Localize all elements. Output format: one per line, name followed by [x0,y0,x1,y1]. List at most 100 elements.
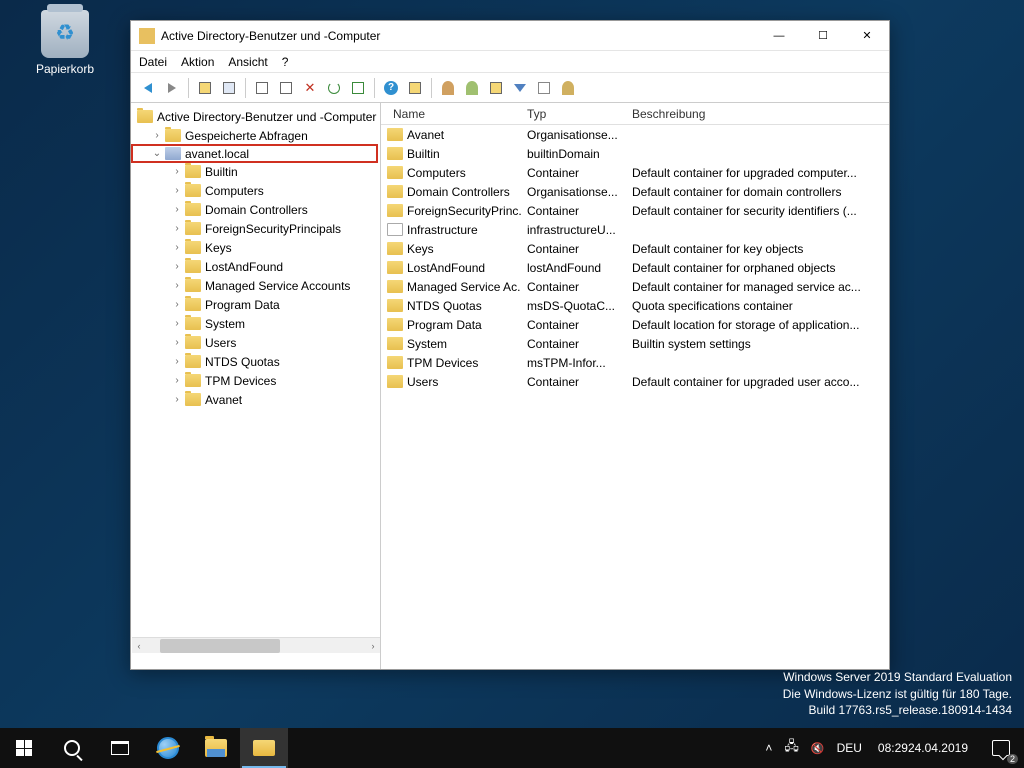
forward-arrow-icon [168,83,176,93]
find-objects-button[interactable] [533,77,555,99]
add-criteria-button[interactable] [557,77,579,99]
col-desc[interactable]: Beschreibung [626,107,889,121]
tray-network-button[interactable]: 🖧 [778,728,805,768]
find-button[interactable] [404,77,426,99]
aduc-taskbar-button[interactable] [240,728,288,768]
expand-icon[interactable]: › [171,261,183,273]
col-type[interactable]: Typ [521,107,626,121]
folder-icon [185,203,201,216]
list-row[interactable]: AvanetOrganisationse... [381,125,889,144]
tree-item-system[interactable]: › System [131,314,380,333]
tree-item-foreignsecurityprincipals[interactable]: ›ForeignSecurityPrincipals [131,219,380,238]
tree-saved-queries[interactable]: › Gespeicherte Abfragen [131,126,380,145]
tree-pane[interactable]: Active Directory-Benutzer und -Computer … [131,103,381,669]
list-row[interactable]: Managed Service Ac...ContainerDefault co… [381,277,889,296]
desktop-recycle-bin[interactable]: Papierkorb [30,10,100,76]
menu-ansicht[interactable]: Ansicht [228,55,267,69]
delete-button[interactable]: ✕ [299,77,321,99]
search-button[interactable] [48,728,96,768]
expand-icon[interactable]: › [171,318,183,330]
list-row[interactable]: KeysContainerDefault container for key o… [381,239,889,258]
expand-icon[interactable]: › [171,185,183,197]
refresh-button[interactable] [323,77,345,99]
list-row[interactable]: Domain ControllersOrganisationse...Defau… [381,182,889,201]
tree-item-label: System [205,317,245,331]
list-row[interactable]: ComputersContainerDefault container for … [381,163,889,182]
list-row[interactable]: BuiltinbuiltinDomain [381,144,889,163]
tree-root[interactable]: Active Directory-Benutzer und -Computer [131,107,380,126]
tree-domain-node[interactable]: ⌄ avanet.local [131,144,378,163]
tree-item-keys[interactable]: ›Keys [131,238,380,257]
expand-icon[interactable]: › [171,356,183,368]
tree-item-tpm-devices[interactable]: › TPM Devices [131,371,380,390]
list-row[interactable]: TPM DevicesmsTPM-Infor... [381,353,889,372]
tree-item-avanet[interactable]: ›Avanet [131,390,380,409]
forward-button[interactable] [161,77,183,99]
expand-icon[interactable]: › [171,242,183,254]
list-row[interactable]: SystemContainerBuiltin system settings [381,334,889,353]
tree-item-computers[interactable]: ›Computers [131,181,380,200]
new-ou-button[interactable] [485,77,507,99]
ie-taskbar-button[interactable] [144,728,192,768]
notifications-button[interactable]: 2 [978,728,1024,768]
tray-expand-button[interactable]: ˄ [759,728,778,768]
menu-aktion[interactable]: Aktion [181,55,214,69]
col-name[interactable]: Name [381,107,521,121]
scroll-left-icon[interactable]: ‹ [132,641,146,651]
tree-item-users[interactable]: ›Users [131,333,380,352]
close-button[interactable]: ✕ [845,21,889,51]
tray-clock[interactable]: 08:29 24.04.2019 [868,728,978,768]
properties-button[interactable] [218,77,240,99]
explorer-taskbar-button[interactable] [192,728,240,768]
scroll-right-icon[interactable]: › [366,641,380,651]
list-pane[interactable]: Name Typ Beschreibung AvanetOrganisation… [381,103,889,669]
expand-icon[interactable]: › [171,375,183,387]
export-button[interactable] [347,77,369,99]
expand-icon[interactable]: › [171,204,183,216]
tree-item-lostandfound[interactable]: ›LostAndFound [131,257,380,276]
scrollbar-thumb[interactable] [160,639,280,653]
row-desc: Builtin system settings [626,337,889,351]
expand-icon[interactable]: › [171,280,183,292]
expand-icon[interactable]: › [151,130,163,142]
expand-icon[interactable]: › [171,166,183,178]
minimize-button[interactable]: — [757,21,801,51]
filter-button[interactable] [509,77,531,99]
task-view-button[interactable] [96,728,144,768]
new-group-button[interactable] [461,77,483,99]
collapse-icon[interactable]: ⌄ [151,148,163,160]
expand-icon[interactable]: › [171,299,183,311]
menu-datei[interactable]: Datei [139,55,167,69]
list-row[interactable]: NTDS QuotasmsDS-QuotaC...Quota specifica… [381,296,889,315]
tree-item-builtin[interactable]: ›Builtin [131,162,380,181]
list-row[interactable]: InfrastructureinfrastructureU... [381,220,889,239]
help-button[interactable]: ? [380,77,402,99]
scrollbar-track[interactable] [160,639,352,653]
back-button[interactable] [137,77,159,99]
list-row[interactable]: UsersContainerDefault container for upgr… [381,372,889,391]
copy-button[interactable] [275,77,297,99]
new-user-button[interactable] [437,77,459,99]
expand-icon[interactable]: › [171,394,183,406]
row-desc: Default container for domain controllers [626,185,889,199]
tree-item-managed-service-accounts[interactable]: ›Managed Service Accounts [131,276,380,295]
list-row[interactable]: Program DataContainerDefault location fo… [381,315,889,334]
tree-item-label: TPM Devices [205,374,276,388]
tree-item-domain-controllers[interactable]: ›Domain Controllers [131,200,380,219]
refresh-icon [328,82,340,94]
tray-language-button[interactable]: DEU [831,728,868,768]
show-hide-tree-button[interactable] [194,77,216,99]
list-row[interactable]: LostAndFoundlostAndFoundDefault containe… [381,258,889,277]
tree-horizontal-scrollbar[interactable]: ‹ › [132,637,380,653]
tree-item-ntds-quotas[interactable]: ›NTDS Quotas [131,352,380,371]
cut-button[interactable] [251,77,273,99]
titlebar[interactable]: Active Directory-Benutzer und -Computer … [131,21,889,51]
expand-icon[interactable]: › [171,223,183,235]
tray-volume-button[interactable]: 🔇 [805,728,831,768]
expand-icon[interactable]: › [171,337,183,349]
maximize-button[interactable]: ☐ [801,21,845,51]
menu-help[interactable]: ? [282,55,289,69]
list-row[interactable]: ForeignSecurityPrinc...ContainerDefault … [381,201,889,220]
tree-item-program-data[interactable]: ›Program Data [131,295,380,314]
start-button[interactable] [0,728,48,768]
